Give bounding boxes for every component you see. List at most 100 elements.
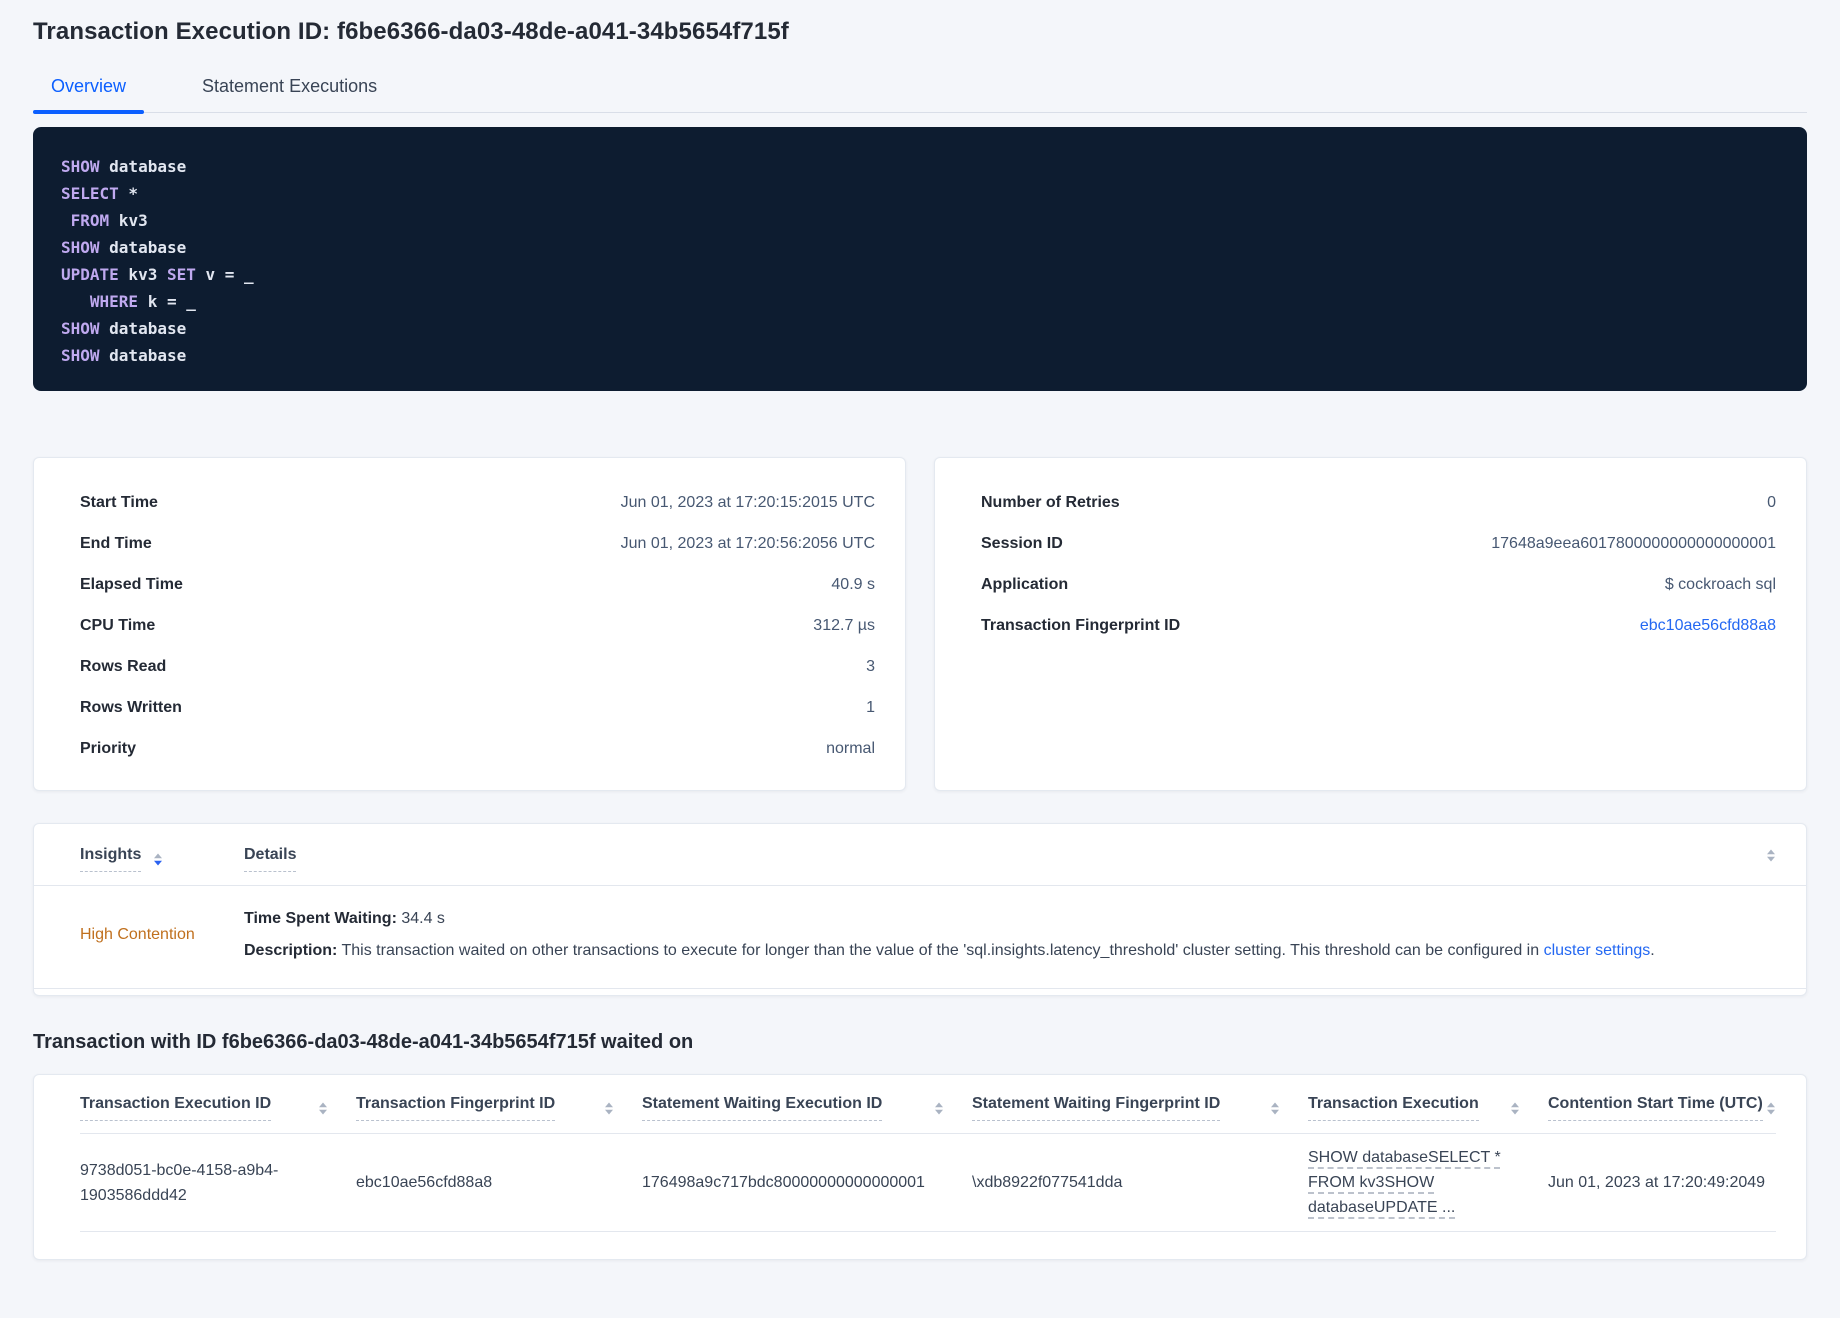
summary-row: Elapsed Time40.9 s bbox=[80, 564, 875, 605]
column-header: Statement Waiting Execution ID bbox=[642, 1095, 972, 1121]
summary-label: Session ID bbox=[981, 535, 1063, 553]
summary-row: Transaction Fingerprint ID ebc10ae56cfd88… bbox=[981, 605, 1776, 646]
sql-line: FROM kv3 bbox=[61, 207, 1779, 234]
column-header: Contention Start Time (UTC) bbox=[1548, 1095, 1776, 1121]
sql-text: v = _ bbox=[196, 265, 254, 284]
summary-card-right-rows: Number of Retries 0 Session ID 17648a9eea60… bbox=[981, 482, 1776, 646]
sql-text: k = _ bbox=[138, 292, 196, 311]
summary-value: Jun 01, 2023 at 17:20:15:2015 UTC bbox=[621, 494, 875, 512]
sort-arrows-icon[interactable] bbox=[1767, 850, 1775, 862]
sort-arrows-icon[interactable] bbox=[605, 1102, 613, 1114]
sql-text: database bbox=[100, 319, 187, 338]
summary-card-left: Start Time Jun 01, 2023 at 17:20:15:2015 … bbox=[33, 457, 906, 791]
tab-overview[interactable]: Overview bbox=[33, 76, 144, 112]
tab-statement-executions[interactable]: Statement Executions bbox=[184, 76, 395, 112]
sql-line: SHOW database bbox=[61, 234, 1779, 261]
cluster-settings-link[interactable]: cluster settings bbox=[1544, 942, 1651, 959]
table-row: 9738d051-bc0e-4158-a9b4-1903586ddd42 ebc… bbox=[80, 1134, 1776, 1231]
insight-row: High Contention Time Spent Waiting: 34.4… bbox=[34, 886, 1806, 988]
sql-line: SHOW database bbox=[61, 315, 1779, 342]
summary-value: $ cockroach sql bbox=[1665, 576, 1776, 594]
divider bbox=[80, 1231, 1776, 1232]
time-spent-waiting-label: Time Spent Waiting: bbox=[244, 910, 397, 927]
summary-value: 0 bbox=[1767, 494, 1776, 512]
column-header-label[interactable]: Statement Waiting Execution ID bbox=[642, 1095, 882, 1121]
sql-line: SHOW database bbox=[61, 153, 1779, 180]
sql-keyword: WHERE bbox=[61, 292, 138, 311]
sql-keyword: SHOW bbox=[61, 238, 100, 257]
sql-line: SHOW database bbox=[61, 342, 1779, 369]
cell-contention-start-time: Jun 01, 2023 at 17:20:49:2049 bbox=[1548, 1170, 1776, 1195]
sql-text: database bbox=[100, 157, 187, 176]
transaction-fingerprint-link[interactable]: ebc10ae56cfd88a8 bbox=[1640, 617, 1776, 635]
summary-row: End Time Jun 01, 2023 at 17:20:56:2056 UT… bbox=[80, 523, 875, 564]
summary-label: Priority bbox=[80, 740, 136, 758]
sql-keyword: SHOW bbox=[61, 346, 100, 365]
sql-text: kv3 bbox=[109, 211, 148, 230]
sql-text: database bbox=[100, 238, 187, 257]
summary-row: Start Time Jun 01, 2023 at 17:20:15:2015 … bbox=[80, 482, 875, 523]
sort-arrows-icon[interactable] bbox=[1767, 1102, 1775, 1114]
column-header-label[interactable]: Transaction Execution ID bbox=[80, 1095, 271, 1121]
column-header-label[interactable]: Transaction Fingerprint ID bbox=[356, 1095, 555, 1121]
summary-value: 40.9 s bbox=[831, 576, 875, 594]
column-header-label[interactable]: Transaction Execution bbox=[1308, 1095, 1479, 1121]
details-column-header[interactable]: Details bbox=[244, 846, 296, 872]
insight-description: Description: This transaction waited on … bbox=[244, 938, 1655, 964]
sql-keyword: SELECT bbox=[61, 184, 119, 203]
waited-table-header: Transaction Execution ID Transaction Fing… bbox=[80, 1075, 1776, 1121]
summary-card-right: Number of Retries 0 Session ID 17648a9eea60… bbox=[934, 457, 1807, 791]
insights-card: Insights Details High Contention Time Sp… bbox=[33, 823, 1807, 996]
summary-label: Start Time bbox=[80, 494, 158, 512]
summary-value: Jun 01, 2023 at 17:20:56:2056 UTC bbox=[621, 535, 875, 553]
summary-value: normal bbox=[826, 740, 875, 758]
sql-keyword: SHOW bbox=[61, 157, 100, 176]
summary-label: End Time bbox=[80, 535, 152, 553]
sql-keyword: UPDATE bbox=[61, 265, 119, 284]
cell-statement-waiting-execution-id: 176498a9c717bdc80000000000000001 bbox=[642, 1170, 972, 1195]
summary-row: Rows Written 1 bbox=[80, 687, 875, 728]
column-header: Transaction Fingerprint ID bbox=[356, 1095, 642, 1121]
summary-label: Number of Retries bbox=[981, 494, 1120, 512]
summary-value: 312.7 µs bbox=[813, 617, 875, 635]
summary-label: Application bbox=[981, 576, 1068, 594]
column-header: Transaction Execution ID bbox=[80, 1095, 356, 1121]
sql-keyword: SHOW bbox=[61, 319, 100, 338]
summary-label: CPU Time bbox=[80, 617, 155, 635]
insights-column-header[interactable]: Insights bbox=[80, 846, 141, 872]
summary-label: Rows Written bbox=[80, 699, 182, 717]
sort-arrows-icon[interactable] bbox=[319, 1102, 327, 1114]
time-spent-waiting-value: 34.4 s bbox=[397, 910, 445, 927]
summary-row: Priority normal bbox=[80, 728, 875, 769]
sort-arrows-icon[interactable] bbox=[1271, 1102, 1279, 1114]
sql-keyword: FROM bbox=[61, 211, 109, 230]
summary-value: 17648a9eea6017800000000000000001 bbox=[1491, 535, 1776, 553]
column-header-label[interactable]: Statement Waiting Fingerprint ID bbox=[972, 1095, 1220, 1121]
sort-arrows-icon[interactable] bbox=[1511, 1102, 1519, 1114]
sort-arrows-icon[interactable] bbox=[154, 853, 162, 865]
insights-table-header: Insights Details bbox=[34, 824, 1806, 872]
summary-row: Number of Retries 0 bbox=[981, 482, 1776, 523]
waited-on-table: Transaction Execution ID Transaction Fing… bbox=[33, 1074, 1807, 1260]
summary-row: Application $ cockroach sql bbox=[981, 564, 1776, 605]
summary-value: 1 bbox=[866, 699, 875, 717]
sql-text: * bbox=[119, 184, 138, 203]
description-label: Description: bbox=[244, 942, 337, 959]
sql-line: SELECT * bbox=[61, 180, 1779, 207]
column-header: Statement Waiting Fingerprint ID bbox=[972, 1095, 1308, 1121]
summary-card-left-rows: Start Time Jun 01, 2023 at 17:20:15:2015 … bbox=[80, 482, 875, 769]
summary-value: 3 bbox=[866, 658, 875, 676]
column-header: Transaction Execution bbox=[1308, 1095, 1548, 1121]
description-suffix: . bbox=[1650, 942, 1654, 959]
sql-box: SHOW databaseSELECT * FROM kv3SHOW datab… bbox=[33, 127, 1807, 391]
waited-on-heading: Transaction with ID f6be6366-da03-48de-a… bbox=[33, 1031, 1807, 1054]
column-header-label[interactable]: Contention Start Time (UTC) bbox=[1548, 1095, 1763, 1121]
summary-row: Rows Read3 bbox=[80, 646, 875, 687]
sql-keyword: SET bbox=[167, 265, 196, 284]
sql-text: kv3 bbox=[119, 265, 167, 284]
cell-transaction-execution-link[interactable]: SHOW databaseSELECT * FROM kv3SHOW datab… bbox=[1308, 1145, 1548, 1220]
sort-arrows-icon[interactable] bbox=[935, 1102, 943, 1114]
page-title: Transaction Execution ID: f6be6366-da03-… bbox=[33, 0, 1807, 46]
summary-label: Transaction Fingerprint ID bbox=[981, 617, 1180, 635]
description-text: This transaction waited on other transac… bbox=[337, 942, 1543, 959]
